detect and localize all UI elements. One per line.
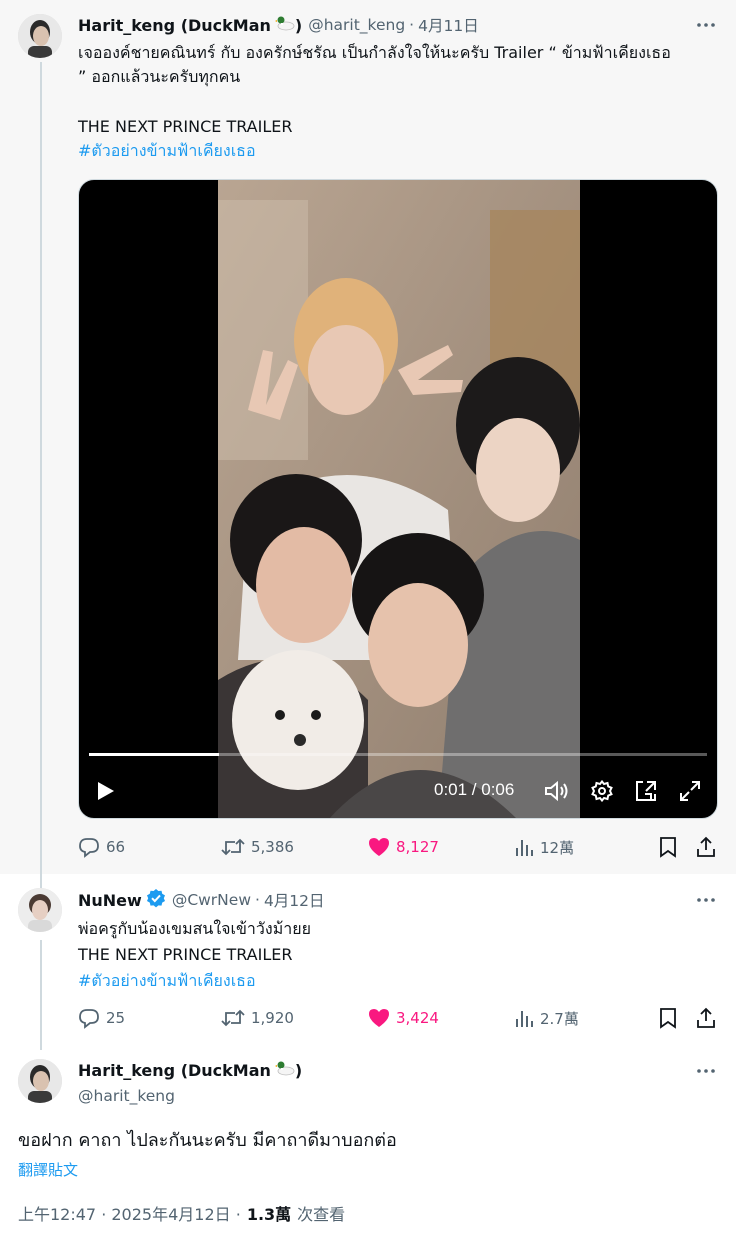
- post-date[interactable]: 4月11日: [418, 14, 479, 36]
- repost-icon: [221, 838, 245, 856]
- user-handle[interactable]: @harit_keng: [78, 1087, 175, 1105]
- thread-connector-line: [40, 940, 42, 1050]
- avatar-image: [18, 14, 62, 58]
- duck-emoji-icon: [274, 15, 295, 35]
- view-count-label: 次查看: [297, 1205, 346, 1224]
- fullscreen-icon[interactable]: [677, 778, 703, 804]
- tweet-text: พ่อครูกับน้องเขมสนใจเข้าวังม้ายย THE NEX…: [78, 916, 723, 994]
- share-button[interactable]: [696, 1004, 716, 1032]
- avatar-image: [18, 1059, 62, 1103]
- more-icon[interactable]: [696, 15, 716, 35]
- avatar-image: [18, 888, 62, 932]
- display-name-suffix: ): [294, 1060, 303, 1080]
- separator-dot: ·: [409, 16, 415, 34]
- avatar[interactable]: [18, 1059, 62, 1103]
- view-count: 2.7萬: [540, 1009, 579, 1028]
- volume-icon[interactable]: [543, 778, 571, 804]
- bookmark-icon: [660, 1008, 676, 1029]
- more-icon[interactable]: [696, 890, 716, 910]
- video-progress-fill: [89, 753, 219, 756]
- repost-icon: [221, 1009, 245, 1027]
- translate-post-link[interactable]: 翻譯貼文: [18, 1159, 78, 1180]
- like-count: 3,424: [396, 1009, 439, 1027]
- display-name[interactable]: Harit_keng (DuckMan: [78, 1061, 271, 1080]
- duck-emoji-icon: [274, 1060, 295, 1080]
- avatar[interactable]: [18, 888, 62, 932]
- repost-button[interactable]: 5,386: [221, 833, 294, 861]
- tweet-text-line: THE NEXT PRINCE TRAILER: [78, 945, 293, 964]
- repost-button[interactable]: 1,920: [221, 1004, 294, 1032]
- user-handle[interactable]: @harit_keng: [308, 16, 405, 34]
- verified-icon: [146, 888, 166, 912]
- play-icon[interactable]: [93, 778, 119, 804]
- share-icon: [697, 1007, 715, 1028]
- bookmark-icon: [660, 837, 676, 858]
- user-handle[interactable]: @CwrNew: [172, 891, 251, 909]
- tweet-header: Harit_keng (DuckMan ) @harit_keng · 4月11…: [78, 14, 479, 36]
- post-metadata: 上午12:47 · 2025年4月12日 · 1.3萬 次查看: [18, 1201, 345, 1225]
- tweet-action-bar: 66 5,386 8,127 12萬: [78, 833, 718, 861]
- tweet-header: NuNew @CwrNew · 4月12日: [78, 889, 325, 911]
- like-icon: [369, 838, 389, 856]
- video-player[interactable]: 0:01 / 0:06: [78, 179, 718, 819]
- video-still-image: [218, 180, 580, 818]
- display-name[interactable]: NuNew: [78, 891, 142, 910]
- tweet-text-line: THE NEXT PRINCE TRAILER: [78, 117, 293, 136]
- views-button[interactable]: 2.7萬: [514, 1004, 579, 1032]
- separator-dot: ·: [255, 891, 260, 909]
- views-button[interactable]: 12萬: [514, 833, 574, 861]
- settings-icon[interactable]: [589, 778, 615, 804]
- like-icon: [369, 1009, 389, 1027]
- video-progress-bar[interactable]: [89, 753, 707, 756]
- like-button[interactable]: 8,127: [368, 833, 439, 861]
- tweet-text-line: ” ออกแล้วนะครับทุกคน: [78, 67, 241, 86]
- reply-icon: [79, 838, 99, 858]
- hashtag-link[interactable]: #ตัวอย่างข้ามฟ้าเคียงเธอ: [78, 139, 723, 163]
- share-icon: [697, 836, 715, 857]
- display-name[interactable]: Harit_keng (DuckMan: [78, 16, 271, 35]
- like-count: 8,127: [396, 838, 439, 856]
- video-frame: [218, 180, 580, 818]
- reply-button[interactable]: 25: [78, 1004, 125, 1032]
- hashtag-link[interactable]: #ตัวอย่างข้ามฟ้าเคียงเธอ: [78, 968, 723, 994]
- display-name-suffix: ): [294, 15, 303, 35]
- avatar[interactable]: [18, 14, 62, 58]
- share-button[interactable]: [696, 833, 716, 861]
- reply-count: 25: [106, 1009, 126, 1027]
- view-count: 1.3萬: [246, 1205, 292, 1224]
- post-date[interactable]: 4月12日: [264, 889, 325, 911]
- tweet-text: เจอองค์ชายคณินทร์ กับ องครักษ์ชรัณ เป็นก…: [78, 41, 723, 163]
- reply-icon: [79, 1009, 99, 1029]
- tweet-subheader: @harit_keng: [78, 1085, 175, 1107]
- tweet-text-line: พ่อครูกับน้องเขมสนใจเข้าวังม้ายย: [78, 919, 311, 938]
- pip-icon[interactable]: [633, 778, 659, 804]
- thread-connector-line: [40, 62, 42, 892]
- tweet-header: Harit_keng (DuckMan ): [78, 1059, 302, 1081]
- repost-count: 5,386: [251, 838, 294, 856]
- more-icon[interactable]: [696, 1061, 716, 1081]
- repost-count: 1,920: [251, 1009, 294, 1027]
- post-timestamp[interactable]: 上午12:47 · 2025年4月12日 ·: [18, 1201, 241, 1225]
- views-icon: [516, 840, 533, 856]
- bookmark-button[interactable]: [659, 1004, 677, 1032]
- like-button[interactable]: 3,424: [368, 1004, 439, 1032]
- bookmark-button[interactable]: [659, 833, 677, 861]
- tweet-action-bar: 25 1,920 3,424 2.7萬: [78, 1004, 718, 1032]
- reply-count: 66: [106, 838, 126, 856]
- main-tweet-text: ขอฝาก คาถา ไปละกันนะครับ มีคาถาดีมาบอกต่…: [18, 1130, 397, 1151]
- views-icon: [516, 1011, 533, 1027]
- view-count: 12萬: [540, 838, 575, 857]
- video-time: 0:01 / 0:06: [434, 780, 515, 799]
- reply-button[interactable]: 66: [78, 833, 125, 861]
- tweet-text-line: เจอองค์ชายคณินทร์ กับ องครักษ์ชรัณ เป็นก…: [78, 43, 671, 62]
